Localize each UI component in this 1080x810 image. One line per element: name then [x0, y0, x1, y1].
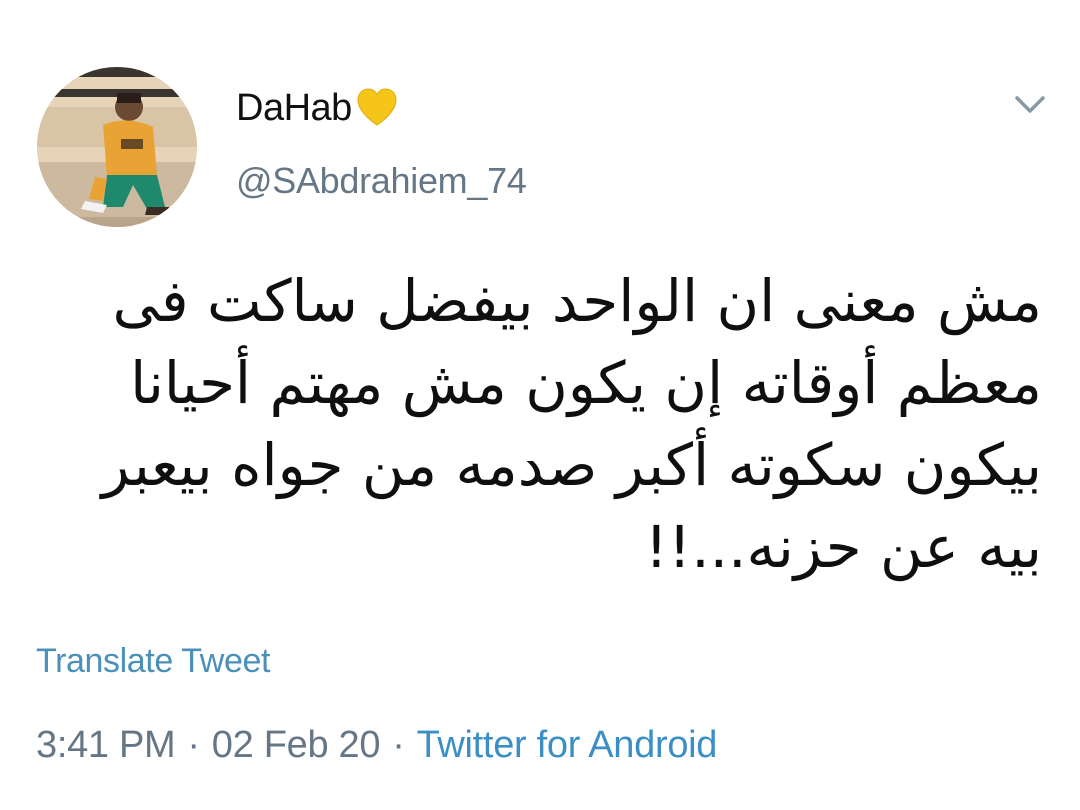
- tweet-source-link[interactable]: Twitter for Android: [417, 724, 718, 766]
- tweet-time: 3:41 PM: [36, 724, 176, 766]
- author-display-name[interactable]: DaHab: [236, 84, 400, 132]
- tweet-metadata: 3:41 PM · 02 Feb 20 · Twitter for Android: [36, 724, 717, 767]
- tweet-text: مش معنى ان الواحد بيفضل ساكت فى معظم أوق…: [101, 267, 1042, 581]
- avatar-photo: [37, 67, 197, 227]
- meta-separator: ·: [392, 724, 405, 766]
- tweet-date: 02 Feb 20: [211, 724, 381, 766]
- tweet-card: DaHab @SAbdrahiem_74 مش معنى ان الواحد ب…: [0, 0, 1080, 810]
- display-name-text: DaHab: [236, 86, 352, 129]
- yellow-heart-icon: [354, 85, 400, 131]
- author-handle[interactable]: @SAbdrahiem_74: [236, 160, 527, 202]
- translate-tweet-link[interactable]: Translate Tweet: [36, 642, 270, 681]
- chevron-down-icon[interactable]: [1012, 92, 1048, 118]
- meta-separator: ·: [187, 724, 200, 766]
- avatar[interactable]: [37, 67, 197, 227]
